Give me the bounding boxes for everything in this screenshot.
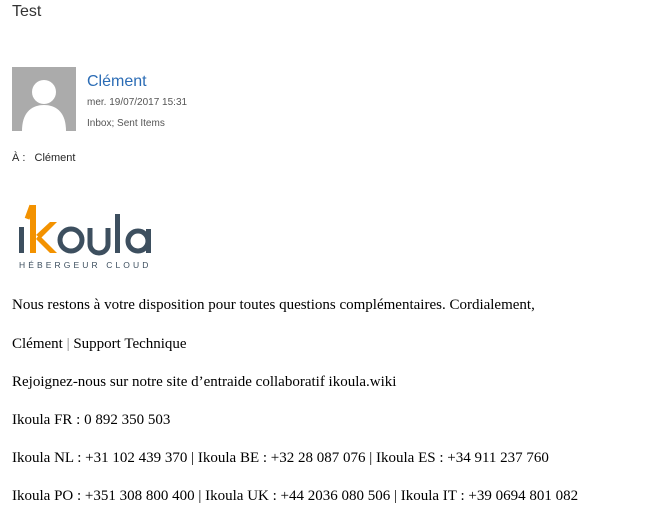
recipient-name[interactable]: Clément bbox=[35, 152, 76, 164]
closing-text: Nous restons à votre disposition pour to… bbox=[12, 297, 535, 313]
svg-text:HÉBERGEUR CLOUD: HÉBERGEUR CLOUD bbox=[19, 260, 151, 270]
sent-date: mer. 19/07/2017 15:31 bbox=[87, 97, 188, 108]
signature-role: Support Technique bbox=[73, 336, 187, 352]
signature-line: Clément | Support Technique bbox=[12, 336, 187, 353]
wiki-invite-text: Rejoignez-nous sur notre site d’entraide… bbox=[12, 374, 397, 390]
phone-po-uk-it: Ikoula PO : +351 308 800 400 | Ikoula UK… bbox=[12, 488, 579, 504]
signature-separator: | bbox=[66, 336, 70, 352]
phone-nl-be-es: Ikoula NL : +31 102 439 370 | Ikoula BE … bbox=[12, 450, 549, 466]
folder-list: Inbox; Sent Items bbox=[87, 118, 165, 129]
signature-name: Clément bbox=[12, 336, 63, 352]
recipient-line: À : Clément bbox=[12, 152, 75, 164]
email-subject: Test bbox=[12, 3, 42, 20]
sender-avatar[interactable] bbox=[12, 67, 76, 131]
email-header: Clément mer. 19/07/2017 15:31 Inbox; Sen… bbox=[12, 67, 412, 131]
person-placeholder-icon bbox=[22, 80, 66, 131]
sender-name-link[interactable]: Clément bbox=[87, 73, 147, 91]
phone-fr: Ikoula FR : 0 892 350 503 bbox=[12, 412, 171, 428]
ikoula-logo: HÉBERGEUR CLOUD bbox=[19, 204, 151, 270]
recipient-label: À : bbox=[12, 152, 26, 164]
